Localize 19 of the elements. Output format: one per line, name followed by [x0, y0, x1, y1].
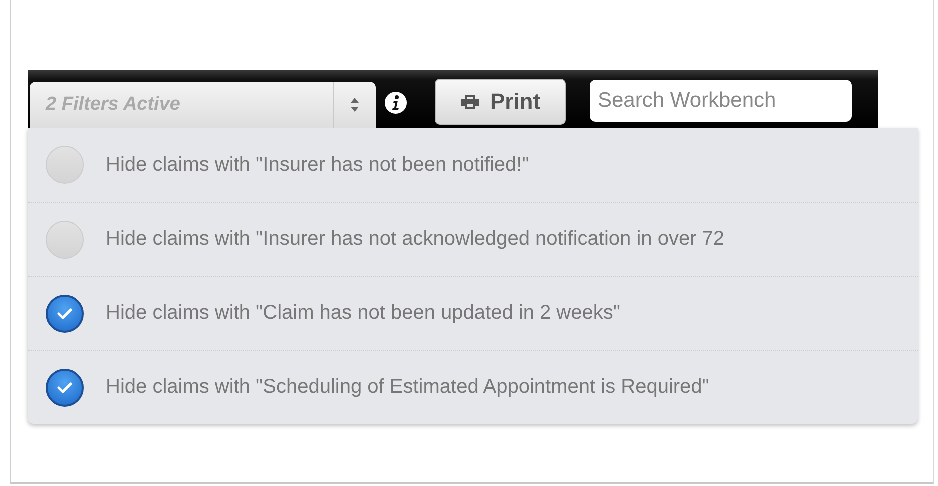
filter-label: Hide claims with "Insurer has not been notified!": [106, 154, 530, 176]
info-icon[interactable]: [384, 91, 408, 115]
filter-option[interactable]: Hide claims with "Insurer has not acknowledged notification in over 72: [28, 202, 918, 276]
updown-arrow-icon: [350, 97, 360, 113]
filter-label: Hide claims with "Insurer has not acknowledged notification in over 72: [106, 228, 725, 251]
search-field[interactable]: Search Workbench: [590, 80, 852, 122]
select-value: 2 Filters Active: [44, 94, 182, 116]
print-button[interactable]: Print: [435, 79, 566, 125]
checkbox[interactable]: [46, 368, 84, 406]
filter-option[interactable]: Hide claims with "Claim has not been updated in 2 weeks": [28, 276, 918, 350]
filter-label: Hide claims with "Scheduling of Estimated Appointment is Required": [106, 376, 710, 399]
filter-option[interactable]: Hide claims with "Scheduling of Estimated Appointment is Required": [28, 350, 918, 424]
printer-icon: [460, 94, 480, 110]
filter-select[interactable]: 2 Filters Active: [30, 82, 376, 128]
checkbox[interactable]: [46, 294, 84, 332]
filter-option[interactable]: Hide claims with "Insurer has not been notified!": [28, 128, 918, 202]
checkmark-icon: [57, 308, 73, 320]
checkmark-icon: [57, 382, 73, 394]
filter-label: Hide claims with "Claim has not been updated in 2 weeks": [106, 302, 620, 325]
